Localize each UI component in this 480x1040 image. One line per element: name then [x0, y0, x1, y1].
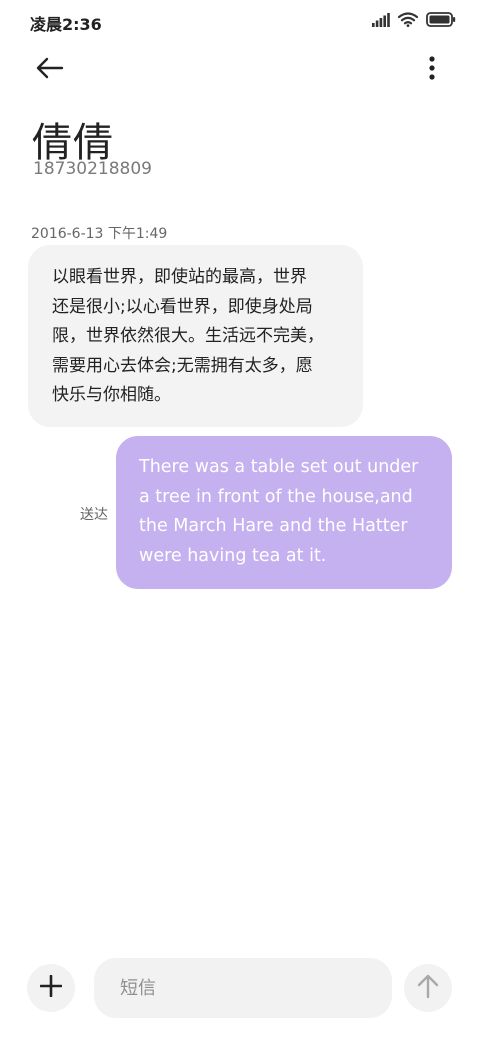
signal-icon — [372, 12, 390, 31]
contact-number: 18730218809 — [33, 159, 152, 179]
wifi-icon — [397, 11, 419, 31]
arrow-left-icon — [36, 57, 64, 83]
back-button[interactable] — [30, 52, 70, 88]
status-time: 凌晨2:36 — [30, 15, 102, 34]
outgoing-message-text: There was a table set out under a tree i… — [139, 457, 419, 566]
status-bar: 凌晨2:36 — [0, 0, 480, 40]
message-input-container[interactable] — [94, 958, 392, 1018]
message-timestamp: 2016-6-13 下午1:49 — [31, 226, 168, 242]
incoming-message-text: 以眼看世界，即使站的最高，世界 还是很小;以心看世界，即使身处局 限，世界依然很… — [52, 267, 324, 405]
add-attachment-button[interactable] — [27, 964, 75, 1012]
message-input[interactable] — [118, 976, 392, 1000]
battery-icon — [426, 11, 456, 31]
incoming-message-bubble[interactable]: 以眼看世界，即使站的最高，世界 还是很小;以心看世界，即使身处局 限，世界依然很… — [28, 245, 363, 427]
plus-icon — [39, 974, 63, 1001]
more-options-button[interactable] — [420, 52, 444, 88]
status-icons — [372, 11, 456, 31]
more-vertical-icon — [429, 56, 435, 84]
arrow-up-icon — [416, 973, 440, 1003]
send-button[interactable] — [404, 964, 452, 1012]
header — [0, 40, 480, 100]
outgoing-message-bubble[interactable]: There was a table set out under a tree i… — [116, 436, 452, 589]
delivery-status: 送达 — [80, 507, 108, 523]
